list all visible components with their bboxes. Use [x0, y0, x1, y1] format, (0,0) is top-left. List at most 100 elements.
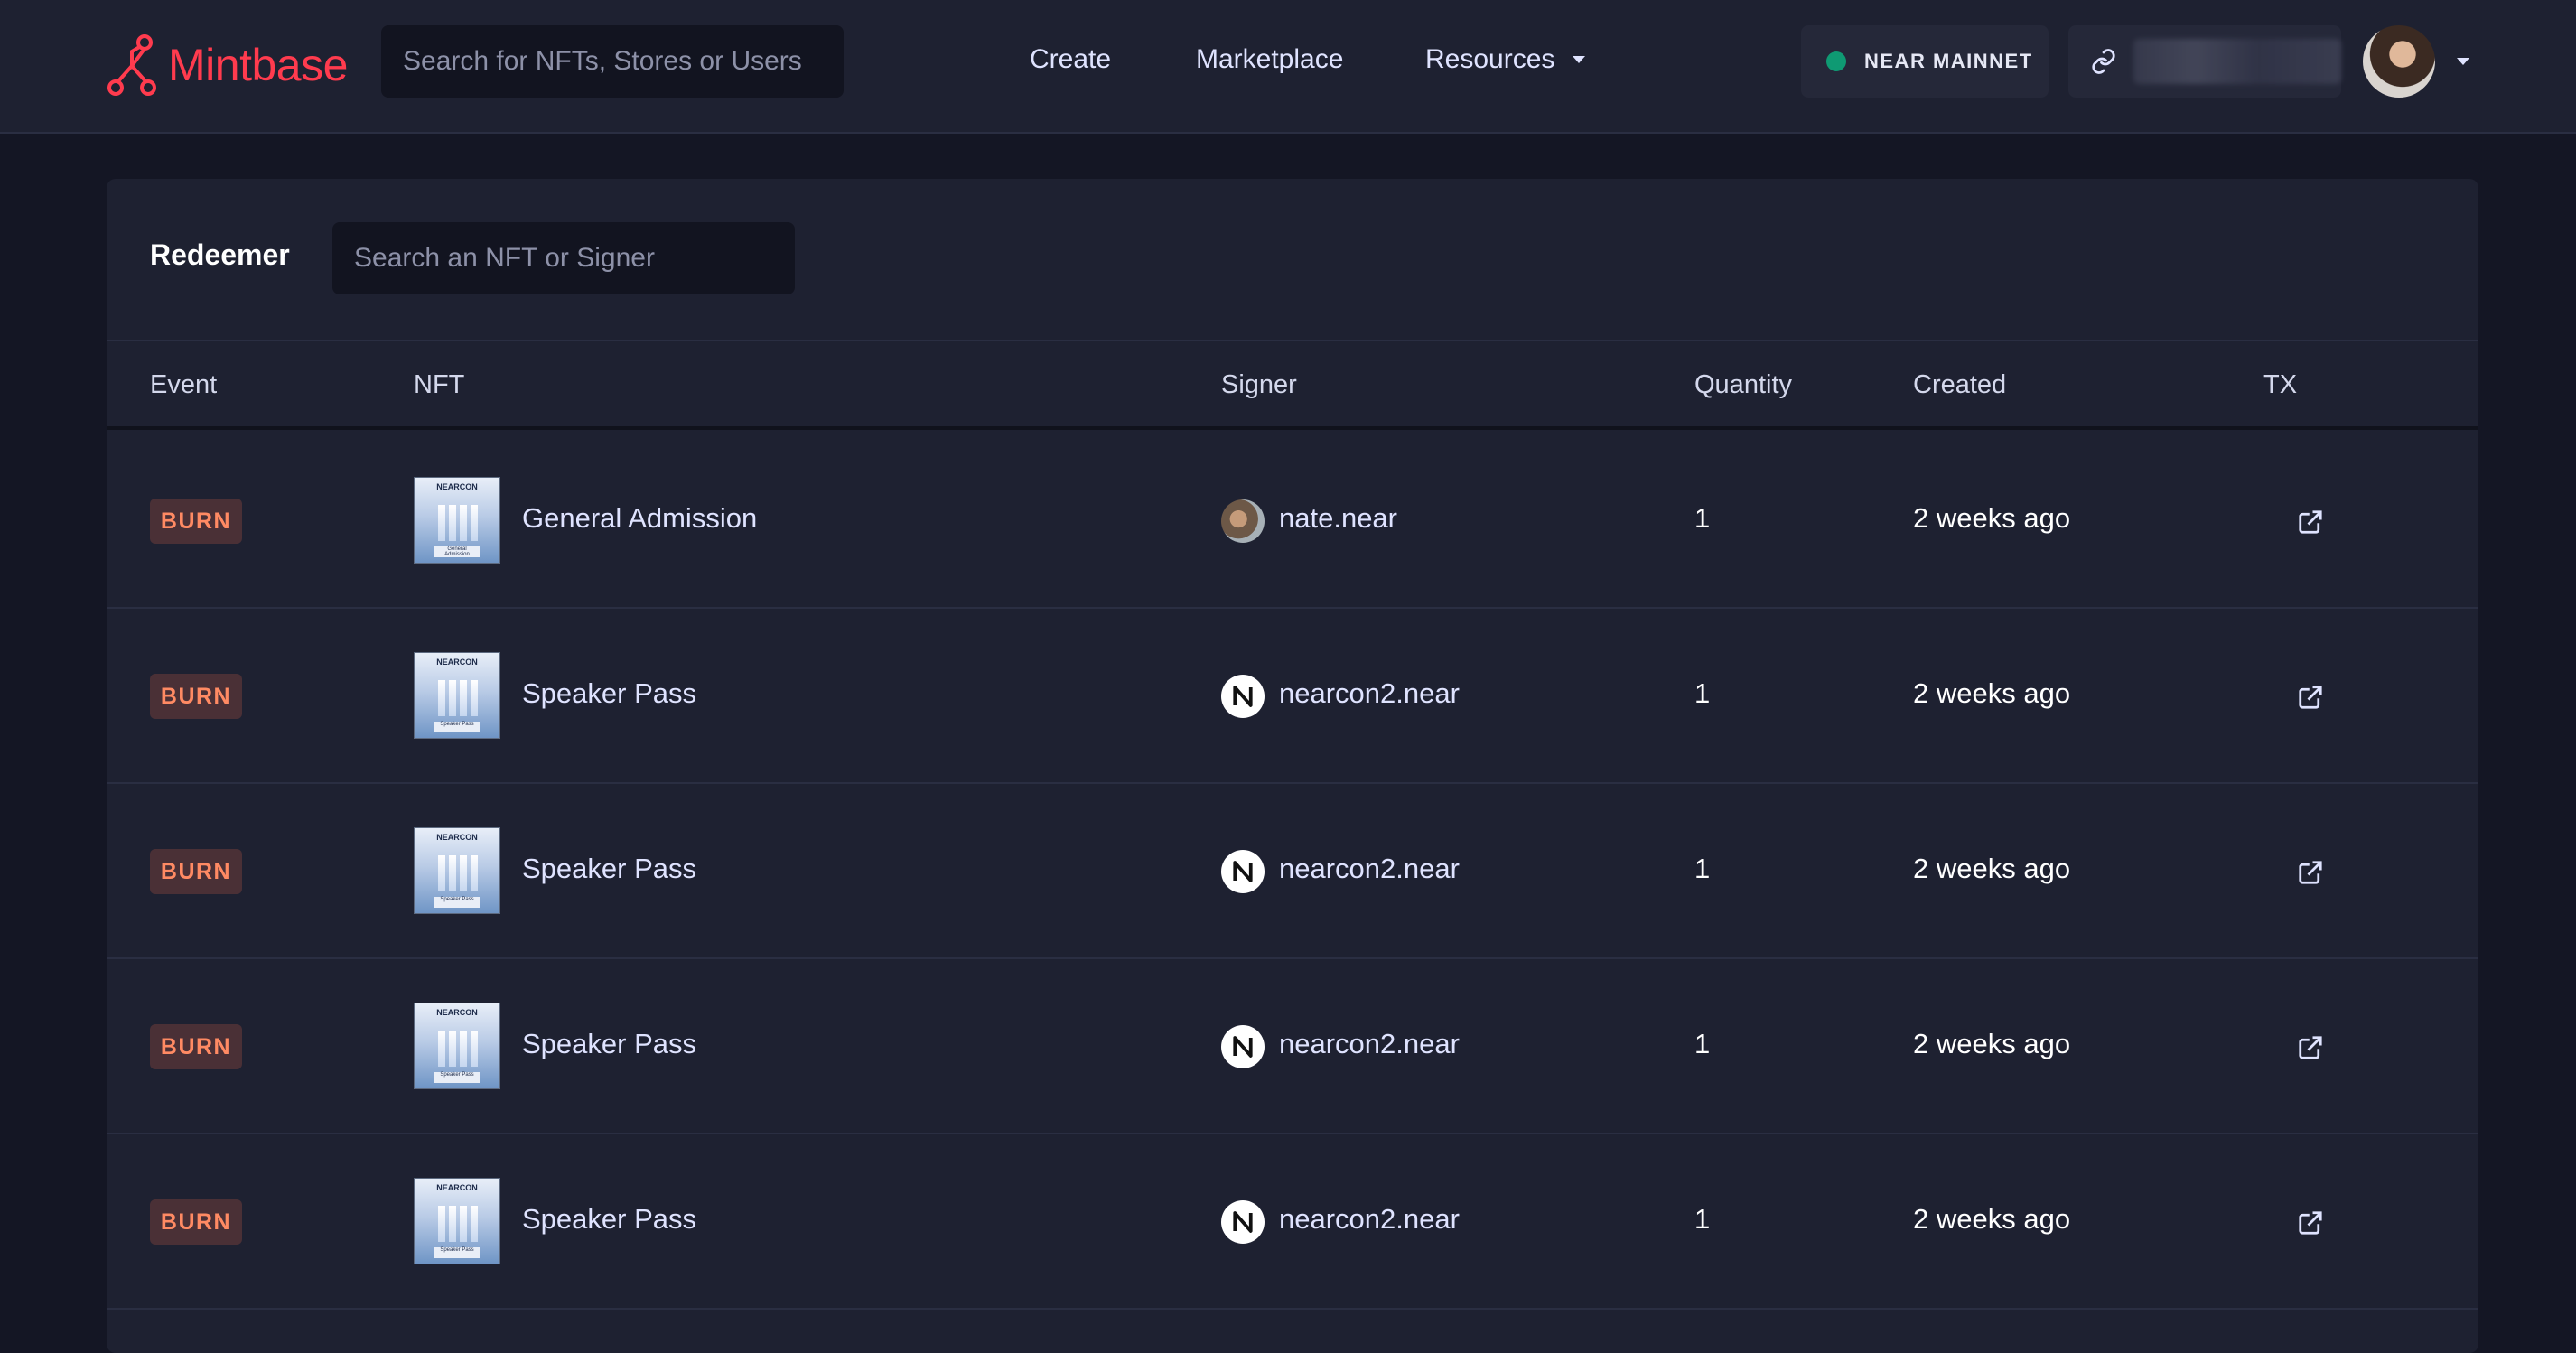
column-tx: TX — [2263, 370, 2298, 399]
thumbnail-pillar — [438, 855, 445, 891]
network-status-dot — [1826, 51, 1846, 71]
near-logo-icon — [1233, 861, 1253, 882]
mintbase-logo[interactable]: Mintbase — [105, 29, 348, 101]
chevron-down-icon — [1573, 56, 1586, 63]
thumbnail-pillar — [460, 855, 467, 891]
nft-thumbnail[interactable]: NEARCON Speaker Pass — [414, 827, 500, 914]
nft-thumbnail[interactable]: NEARCON Speaker Pass — [414, 652, 500, 739]
column-nft: NFT — [414, 370, 465, 399]
nft-thumbnail[interactable]: NEARCON Speaker Pass — [414, 1003, 500, 1089]
created-value: 2 weeks ago — [1913, 677, 2071, 709]
table-row: BURN NEARCON Speaker Pass Speaker Pass n… — [107, 959, 2478, 1134]
external-link-icon — [2299, 861, 2322, 884]
thumbnail-pillar — [471, 1206, 478, 1242]
nft-name-link[interactable]: General Admission — [522, 502, 757, 535]
thumbnail-pillar — [471, 505, 478, 541]
quantity-value: 1 — [1694, 1028, 1711, 1059]
created-value: 2 weeks ago — [1913, 1203, 2071, 1235]
thumbnail-pillar — [460, 1206, 467, 1242]
table-row: BURN NEARCON General Admission General A… — [107, 434, 2478, 609]
thumbnail-pillar — [449, 505, 456, 541]
event-label: BURN — [160, 858, 232, 884]
nft-name-link[interactable]: Speaker Pass — [522, 677, 696, 710]
created-value: 2 weeks ago — [1913, 502, 2071, 534]
account-menu-chevron-icon[interactable] — [2457, 58, 2469, 65]
thumbnail-label: Speaker Pass — [434, 1072, 480, 1083]
thumbnail-label: Speaker Pass — [434, 1247, 480, 1258]
column-event: Event — [150, 370, 218, 399]
signer-avatar[interactable] — [1221, 499, 1265, 543]
quantity-value: 1 — [1694, 1203, 1711, 1235]
event-label: BURN — [160, 508, 232, 534]
thumbnail-title: NEARCON — [436, 1183, 478, 1192]
nft-name-link[interactable]: Speaker Pass — [522, 1203, 696, 1236]
signer-name-link[interactable]: nate.near — [1279, 502, 1397, 535]
signer-avatar[interactable] — [1221, 850, 1265, 893]
event-badge: BURN — [150, 499, 242, 544]
signer-name-link[interactable]: nearcon2.near — [1279, 1203, 1460, 1236]
signer-name-link[interactable]: nearcon2.near — [1279, 853, 1460, 885]
tx-link[interactable] — [2292, 854, 2329, 891]
nav-marketplace[interactable]: Marketplace — [1196, 40, 1343, 79]
account-address-button[interactable] — [2068, 25, 2341, 98]
near-logo-icon — [1233, 1036, 1253, 1058]
signer-avatar[interactable] — [1221, 1025, 1265, 1068]
event-badge: BURN — [150, 1199, 242, 1245]
signer-avatar[interactable] — [1221, 675, 1265, 718]
nav-create-label: Create — [1030, 44, 1112, 74]
top-navbar: Mintbase Create Marketplace Resources NE… — [0, 0, 2576, 134]
nav-resources-dropdown[interactable]: Resources — [1425, 40, 1586, 79]
nft-name-link[interactable]: Speaker Pass — [522, 853, 696, 885]
thumbnail-pillar — [460, 505, 467, 541]
near-logo-icon — [1233, 1211, 1253, 1233]
signer-avatar[interactable] — [1221, 1200, 1265, 1244]
created-value: 2 weeks ago — [1913, 1028, 2071, 1059]
signer-name-link[interactable]: nearcon2.near — [1279, 1028, 1460, 1060]
created-value: 2 weeks ago — [1913, 853, 2071, 884]
thumbnail-pillar — [471, 680, 478, 716]
event-badge: BURN — [150, 849, 242, 894]
thumbnail-pillar — [471, 855, 478, 891]
external-link-icon — [2299, 1036, 2322, 1059]
network-selector-button[interactable]: NEAR MAINNET — [1801, 25, 2049, 98]
panel-title: Redeemer — [150, 238, 290, 271]
tx-link[interactable] — [2292, 504, 2329, 540]
external-link-icon — [2299, 686, 2322, 709]
network-label: NEAR MAINNET — [1864, 50, 2033, 72]
thumbnail-pillar — [438, 505, 445, 541]
nft-thumbnail[interactable]: NEARCON General Admission — [414, 477, 500, 564]
event-label: BURN — [160, 1033, 232, 1059]
global-search-input[interactable] — [381, 25, 844, 98]
quantity-value: 1 — [1694, 502, 1711, 534]
thumbnail-title: NEARCON — [436, 1008, 478, 1017]
mintbase-logo-icon — [107, 34, 156, 96]
column-signer: Signer — [1221, 370, 1297, 399]
tx-link[interactable] — [2292, 1205, 2329, 1241]
event-badge: BURN — [150, 674, 242, 719]
thumbnail-pillar — [460, 680, 467, 716]
thumbnail-pillar — [449, 855, 456, 891]
thumbnail-pillar — [471, 1031, 478, 1067]
thumbnail-label: General Admission — [434, 546, 480, 557]
table-row: BURN NEARCON Speaker Pass Speaker Pass n… — [107, 609, 2478, 784]
near-logo-icon — [1233, 686, 1253, 707]
user-avatar[interactable] — [2363, 25, 2435, 98]
column-quantity: Quantity — [1694, 370, 1792, 399]
redeemer-panel: Redeemer Event NFT Signer Quantity Creat… — [107, 179, 2478, 1353]
thumbnail-pillar — [460, 1031, 467, 1067]
nft-name-link[interactable]: Speaker Pass — [522, 1028, 696, 1060]
logo-text: Mintbase — [168, 40, 348, 90]
thumbnail-pillar — [438, 680, 445, 716]
thumbnail-title: NEARCON — [436, 658, 478, 667]
redeemer-search-input[interactable] — [332, 222, 795, 294]
thumbnail-title: NEARCON — [436, 482, 478, 491]
nft-thumbnail[interactable]: NEARCON Speaker Pass — [414, 1178, 500, 1264]
external-link-icon — [2299, 1211, 2322, 1235]
signer-name-link[interactable]: nearcon2.near — [1279, 677, 1460, 710]
tx-link[interactable] — [2292, 1030, 2329, 1066]
nav-create[interactable]: Create — [1030, 40, 1111, 79]
table-row: BURN NEARCON Speaker Pass Speaker Pass n… — [107, 1134, 2478, 1310]
thumbnail-pillar — [449, 1031, 456, 1067]
tx-link[interactable] — [2292, 679, 2329, 715]
nav-marketplace-label: Marketplace — [1196, 44, 1344, 74]
